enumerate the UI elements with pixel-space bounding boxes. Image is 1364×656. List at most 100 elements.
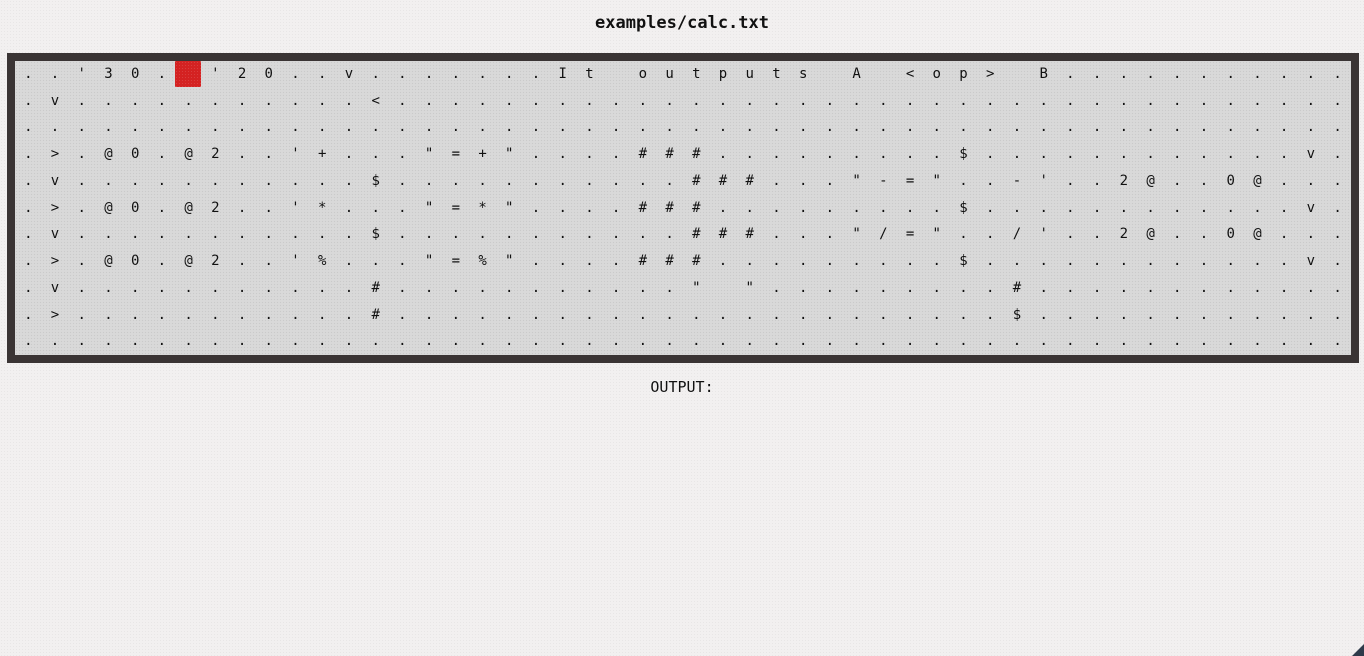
grid-cell: . [879, 306, 888, 323]
grid-cell: . [1146, 119, 1155, 136]
grid-cell: . [531, 279, 541, 296]
grid-cell: . [157, 199, 167, 216]
grid-cell: 0 [1226, 172, 1235, 189]
grid-cell: . [985, 306, 995, 323]
grid-cell: . [264, 172, 273, 189]
grid-cell: . [77, 199, 86, 216]
grid-cell: . [130, 333, 140, 350]
grid-cell: . [905, 199, 915, 216]
grid-cell: . [879, 199, 888, 216]
grid-cell: . [1226, 119, 1235, 136]
grid-cell: . [1306, 226, 1316, 243]
grid-cell: . [1119, 66, 1129, 82]
grid-cell: . [77, 279, 86, 296]
grid-cell: v [1306, 199, 1316, 216]
grid-cell: . [344, 333, 354, 350]
grid-cell: . [478, 92, 487, 109]
grid-cell: # [1012, 279, 1022, 296]
grid-cell: . [879, 146, 888, 163]
grid-cell: . [959, 279, 968, 296]
grid-cell: . [852, 333, 861, 350]
program-grid-frame: .. ' 3 0.? ' 2 0.. v....... It o u t p u t s A < o p > B.… [7, 53, 1359, 363]
grid-cell: . [638, 92, 648, 109]
grid-cell: . [1253, 333, 1262, 350]
grid-cell: . [264, 306, 273, 323]
grid-cell: . [1306, 66, 1316, 82]
grid-cell: . [638, 333, 648, 350]
grid-cell: . [772, 146, 781, 163]
grid-cell: . [1092, 172, 1102, 189]
grid-cell: . [1199, 92, 1209, 109]
grid-cell: . [1066, 199, 1075, 216]
grid-cell: . [77, 172, 86, 189]
grid-cell: . [692, 333, 701, 350]
grid-cell: # [718, 226, 728, 243]
grid-cell: . [1092, 146, 1102, 163]
grid-cell: . [1173, 119, 1182, 136]
grid-cell: . [77, 119, 86, 136]
grid-cell: ' [77, 66, 86, 82]
grid-cell: . [879, 279, 888, 296]
grid-cell: . [932, 253, 941, 270]
grid-cell: . [879, 333, 888, 350]
grid-cell: . [371, 253, 380, 270]
grid-cell: . [1199, 66, 1209, 82]
grid-cell: p [718, 66, 728, 82]
grid-cell: = [451, 199, 461, 216]
grid-cell: . [718, 199, 728, 216]
grid-cell: . [905, 119, 915, 136]
grid-cell: v [50, 92, 60, 109]
grid-cell: . [825, 226, 835, 243]
grid-cell: . [985, 172, 995, 189]
grid-cell: . [505, 333, 514, 350]
grid-cell: . [24, 226, 33, 243]
grid-cell: " [424, 253, 434, 270]
grid-cell: . [585, 199, 594, 216]
grid-cell: . [398, 306, 407, 323]
grid-cell: . [398, 199, 407, 216]
grid-cell: . [24, 92, 33, 109]
grid-cell: . [985, 199, 995, 216]
grid-cell: . [745, 199, 754, 216]
grid-cell: . [772, 92, 781, 109]
grid-cell: . [932, 333, 941, 350]
grid-cell: . [852, 279, 861, 296]
grid-cell: . [1092, 199, 1102, 216]
grid-cell: 0 [130, 253, 140, 270]
grid-cell: . [985, 253, 995, 270]
grid-cell: . [1066, 119, 1075, 136]
grid-cell: . [104, 172, 113, 189]
grid-cell: . [798, 333, 808, 350]
output-label: OUTPUT: [650, 378, 714, 396]
grid-cell: . [558, 119, 567, 136]
grid-cell: . [1333, 92, 1342, 109]
grid-cell: . [1226, 306, 1235, 323]
grid-cell: . [531, 146, 541, 163]
grid-cell: . [1279, 66, 1289, 82]
grid-cell: " [852, 226, 861, 243]
grid-cell: . [558, 92, 567, 109]
grid-cell: . [1279, 146, 1289, 163]
grid-cell: . [798, 253, 808, 270]
grid-cell: 2 [211, 253, 220, 270]
grid-cell: . [798, 172, 808, 189]
grid-cell: . [478, 333, 487, 350]
grid-cell: . [932, 306, 941, 323]
grid-cell: . [317, 92, 327, 109]
grid-cell: . [1173, 66, 1182, 82]
grid-cell: . [77, 306, 86, 323]
grid-cell: . [104, 333, 113, 350]
grid-cell: . [1092, 66, 1102, 82]
grid-cell: " [932, 172, 941, 189]
grid-cell: . [959, 226, 968, 243]
grid-cell: . [505, 279, 514, 296]
grid-cell: . [317, 333, 327, 350]
grid-cell: = [451, 146, 461, 163]
grid-cell: . [611, 306, 621, 323]
grid-cell: $ [959, 146, 968, 163]
grid-cell: . [344, 199, 354, 216]
grid-cell: . [451, 226, 461, 243]
grid-cell: . [157, 92, 167, 109]
grid-cell: . [905, 146, 915, 163]
grid-cell: . [77, 333, 86, 350]
